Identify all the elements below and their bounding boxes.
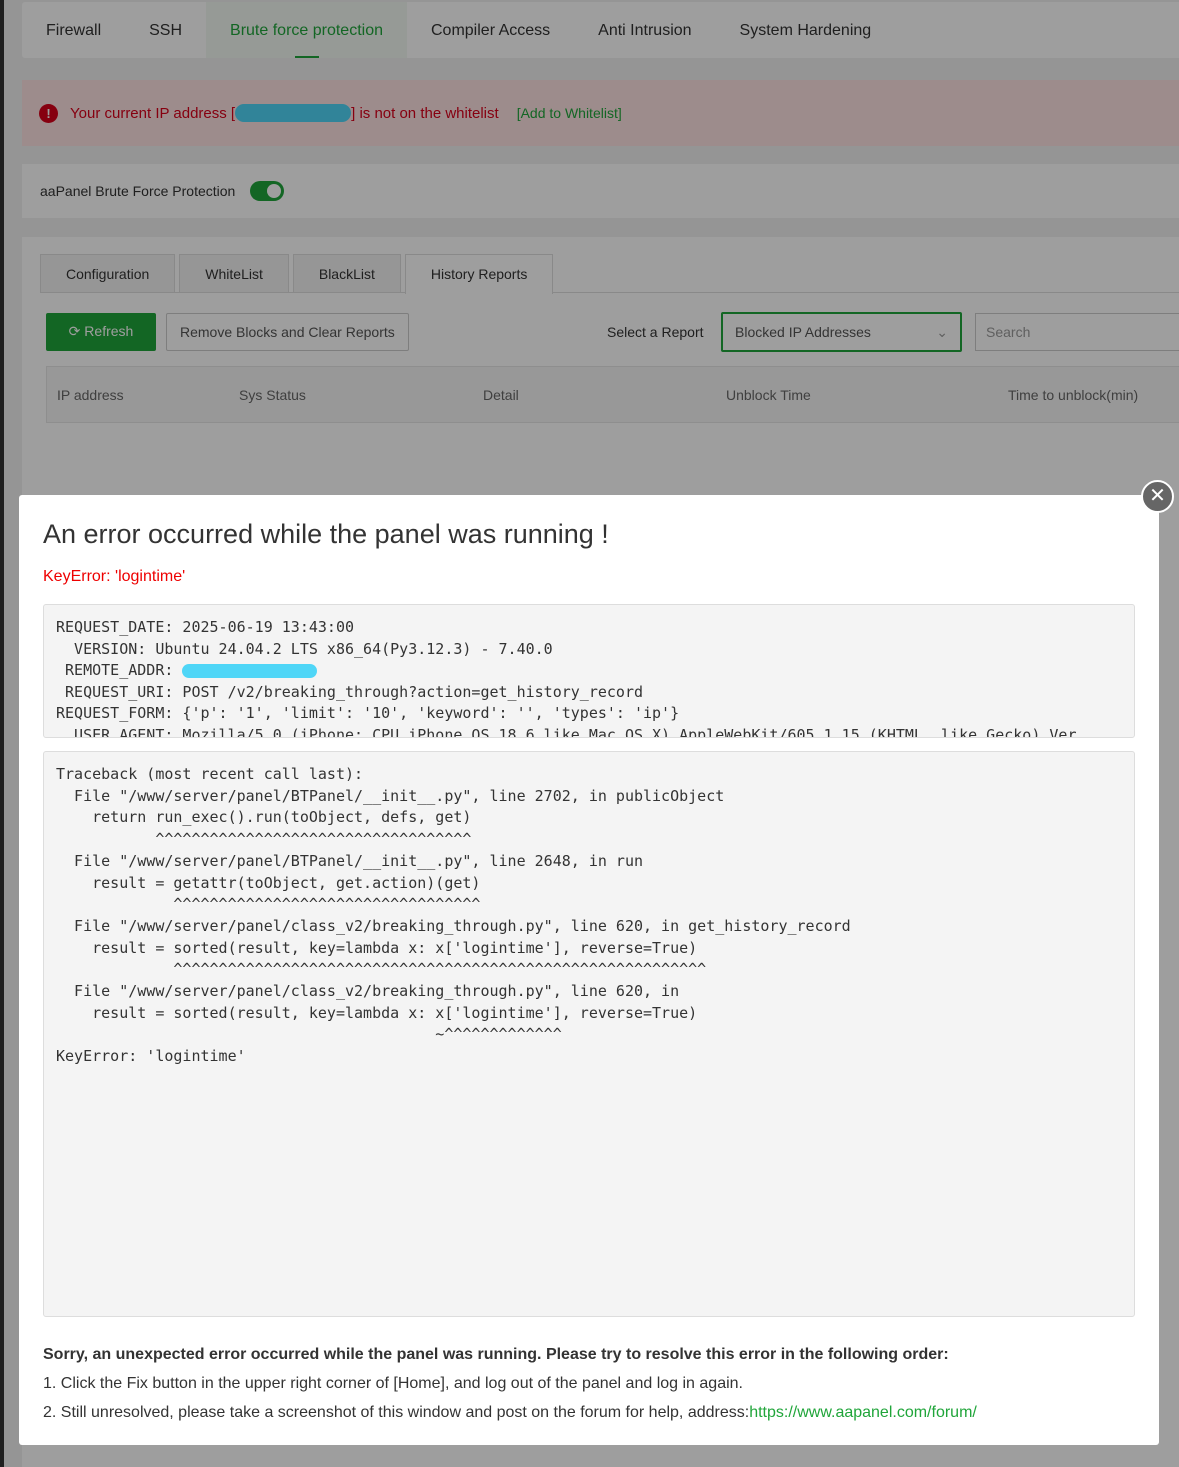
help-text: Sorry, an unexpected error occurred whil… <box>43 1340 977 1427</box>
help-title: Sorry, an unexpected error occurred whil… <box>43 1346 949 1363</box>
error-dialog: An error occurred while the panel was ru… <box>19 495 1159 1445</box>
user-agent: USER_AGENT: Mozilla/5.0 (iPhone; CPU iPh… <box>56 725 1077 738</box>
request-uri: REQUEST_URI: POST /v2/breaking_through?a… <box>56 682 643 701</box>
close-icon[interactable]: ✕ <box>1141 480 1174 513</box>
help-step-2: 2. Still unresolved, please take a scree… <box>43 1404 750 1421</box>
traceback: Traceback (most recent call last): File … <box>43 751 1135 1317</box>
help-step-1: 1. Click the Fix button in the upper rig… <box>43 1375 743 1392</box>
request-date: REQUEST_DATE: 2025-06-19 13:43:00 <box>56 618 355 636</box>
version: VERSION: Ubuntu 24.04.2 LTS x86_64(Py3.1… <box>56 639 553 658</box>
error-message: KeyError: 'logintime' <box>43 568 186 585</box>
dialog-title: An error occurred while the panel was ru… <box>43 519 609 549</box>
forum-link[interactable]: https://www.aapanel.com/forum/ <box>749 1404 977 1421</box>
request-form: REQUEST_FORM: {'p': '1', 'limit': '10', … <box>56 704 680 723</box>
request-info: REQUEST_DATE: 2025-06-19 13:43:00 VERSIO… <box>43 604 1135 738</box>
redacted-ip <box>182 663 318 678</box>
remote-addr-label: REMOTE_ADDR: <box>56 661 183 680</box>
remote-addr: REMOTE_ADDR: <box>56 660 1122 682</box>
